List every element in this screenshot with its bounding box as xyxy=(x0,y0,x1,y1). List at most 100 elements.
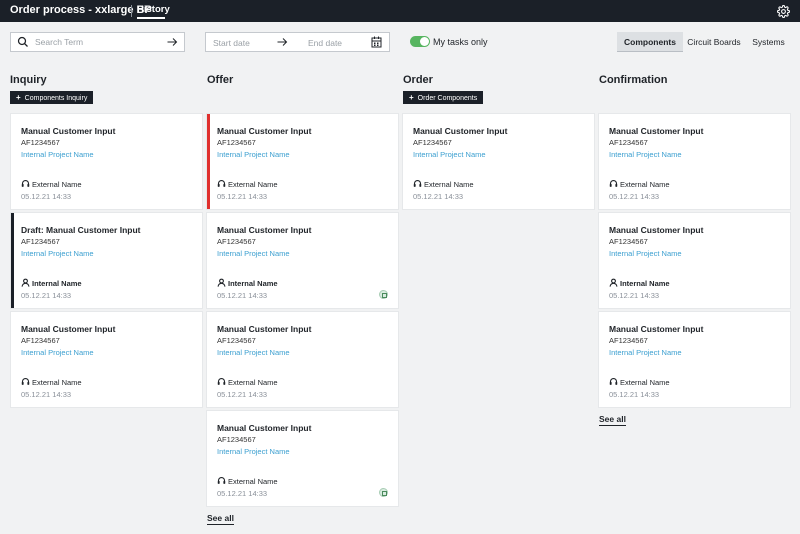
card-project-link[interactable]: Internal Project Name xyxy=(609,348,682,357)
date-range-picker[interactable]: Start date End date xyxy=(205,32,390,52)
kanban-card[interactable]: Manual Customer Input AF1234567 Internal… xyxy=(207,213,398,308)
card-timestamp: 05.12.21 14:33 xyxy=(217,390,268,399)
card-title: Manual Customer Input xyxy=(217,225,312,235)
toggle-knob xyxy=(420,37,429,46)
column-title-order: Order xyxy=(403,74,433,86)
card-timestamp: 05.12.21 14:33 xyxy=(217,291,268,300)
card-title: Manual Customer Input xyxy=(217,324,312,334)
card-title: Manual Customer Input xyxy=(217,423,312,433)
headset-icon xyxy=(609,180,618,187)
card-owner: Internal Name xyxy=(228,279,278,288)
card-owner: External Name xyxy=(424,180,474,189)
card-code: AF1234567 xyxy=(21,336,60,345)
user-icon xyxy=(609,278,618,287)
end-date-field[interactable]: End date xyxy=(308,38,342,48)
card-owner: Internal Name xyxy=(32,279,82,288)
search-input[interactable] xyxy=(35,35,165,49)
search-icon xyxy=(17,36,28,47)
button-label: Components Inquiry xyxy=(24,95,88,102)
card-code: AF1234567 xyxy=(217,336,256,345)
kanban-card[interactable]: Manual Customer Input AF1234567 Internal… xyxy=(403,114,594,209)
user-icon xyxy=(217,278,226,287)
status-indicator-icon xyxy=(379,488,388,497)
card-code: AF1234567 xyxy=(609,138,648,147)
headset-icon xyxy=(609,378,618,385)
title-divider xyxy=(131,5,132,17)
card-project-link[interactable]: Internal Project Name xyxy=(21,249,94,258)
kanban-card[interactable]: Manual Customer Input AF1234567 Internal… xyxy=(207,411,398,506)
kanban-card[interactable]: Draft: Manual Customer Input AF1234567 I… xyxy=(11,213,202,308)
see-all-link-offer[interactable]: See all xyxy=(207,513,234,525)
top-bar: Order process - xxlarge BP History xyxy=(0,0,800,22)
user-icon xyxy=(21,278,30,287)
card-owner: External Name xyxy=(620,378,670,387)
tab-circuit-boards[interactable]: Circuit Boards xyxy=(683,32,745,52)
card-code: AF1234567 xyxy=(21,138,60,147)
add-components-inquiry-button[interactable]: + Components Inquiry xyxy=(10,91,94,104)
card-project-link[interactable]: Internal Project Name xyxy=(21,150,94,159)
card-project-link[interactable]: Internal Project Name xyxy=(217,447,290,456)
card-project-link[interactable]: Internal Project Name xyxy=(413,150,486,159)
column-title-confirmation: Confirmation xyxy=(599,74,668,86)
kanban-card[interactable]: Manual Customer Input AF1234567 Internal… xyxy=(11,114,202,209)
headset-icon xyxy=(217,180,226,187)
column-title-inquiry: Inquiry xyxy=(10,74,47,86)
headset-icon xyxy=(21,378,30,385)
card-timestamp: 05.12.21 14:33 xyxy=(413,192,464,201)
headset-icon xyxy=(217,378,226,385)
card-code: AF1234567 xyxy=(217,138,256,147)
card-project-link[interactable]: Internal Project Name xyxy=(609,150,682,159)
card-owner: External Name xyxy=(32,180,82,189)
search-box xyxy=(10,32,185,52)
card-owner: External Name xyxy=(228,477,278,486)
card-title: Manual Customer Input xyxy=(413,126,508,136)
card-code: AF1234567 xyxy=(609,237,648,246)
card-owner: External Name xyxy=(228,180,278,189)
start-date-field[interactable]: Start date xyxy=(213,38,250,48)
column-title-offer: Offer xyxy=(207,74,234,86)
card-timestamp: 05.12.21 14:33 xyxy=(21,390,72,399)
plus-icon: + xyxy=(409,93,414,102)
card-owner: Internal Name xyxy=(620,279,670,288)
see-all-link-confirmation[interactable]: See all xyxy=(599,414,626,426)
card-project-link[interactable]: Internal Project Name xyxy=(217,150,290,159)
kanban-card[interactable]: Manual Customer Input AF1234567 Internal… xyxy=(11,312,202,407)
kanban-card[interactable]: Manual Customer Input AF1234567 Internal… xyxy=(599,114,790,209)
card-title: Manual Customer Input xyxy=(217,126,312,136)
card-project-link[interactable]: Internal Project Name xyxy=(21,348,94,357)
card-code: AF1234567 xyxy=(217,435,256,444)
add-order-components-button[interactable]: + Order Components xyxy=(403,91,484,104)
arrow-right-icon xyxy=(277,38,288,46)
kanban-card[interactable]: Manual Customer Input AF1234567 Internal… xyxy=(207,114,398,209)
card-timestamp: 05.12.21 14:33 xyxy=(609,390,660,399)
card-title: Manual Customer Input xyxy=(609,225,704,235)
arrow-right-icon[interactable] xyxy=(167,37,178,47)
card-code: AF1234567 xyxy=(413,138,452,147)
card-timestamp: 05.12.21 14:33 xyxy=(21,291,72,300)
card-project-link[interactable]: Internal Project Name xyxy=(217,249,290,258)
card-timestamp: 05.12.21 14:33 xyxy=(609,192,660,201)
card-title: Manual Customer Input xyxy=(21,324,116,334)
button-label: Order Components xyxy=(417,95,478,102)
card-timestamp: 05.12.21 14:33 xyxy=(217,489,268,498)
tab-components[interactable]: Components xyxy=(617,32,683,52)
kanban-card[interactable]: Manual Customer Input AF1234567 Internal… xyxy=(599,312,790,407)
headset-icon xyxy=(21,180,30,187)
gear-icon[interactable] xyxy=(777,5,790,18)
headset-icon xyxy=(413,180,422,187)
card-title: Manual Customer Input xyxy=(609,324,704,334)
kanban-card[interactable]: Manual Customer Input AF1234567 Internal… xyxy=(207,312,398,407)
category-segmented-control: Components Circuit Boards Systems xyxy=(617,32,792,52)
kanban-card[interactable]: Manual Customer Input AF1234567 Internal… xyxy=(599,213,790,308)
card-code: AF1234567 xyxy=(21,237,60,246)
card-timestamp: 05.12.21 14:33 xyxy=(21,192,72,201)
plus-icon: + xyxy=(16,93,21,102)
card-timestamp: 05.12.21 14:33 xyxy=(217,192,268,201)
tab-systems[interactable]: Systems xyxy=(745,32,792,52)
calendar-icon[interactable] xyxy=(371,36,382,48)
card-project-link[interactable]: Internal Project Name xyxy=(609,249,682,258)
history-tab[interactable]: History xyxy=(137,4,170,15)
card-code: AF1234567 xyxy=(609,336,648,345)
my-tasks-toggle[interactable] xyxy=(410,36,430,47)
card-project-link[interactable]: Internal Project Name xyxy=(217,348,290,357)
